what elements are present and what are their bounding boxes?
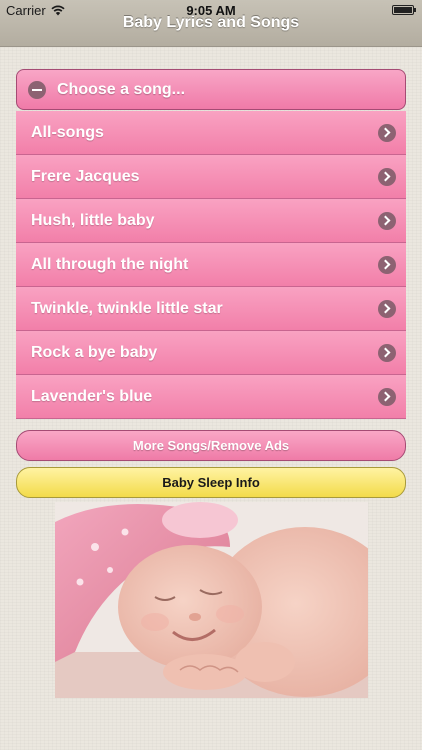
song-label: Frere Jacques: [31, 167, 140, 185]
song-row-twinkle-twinkle[interactable]: Twinkle, twinkle little star: [16, 287, 406, 331]
top-bar: Carrier 9:05 AM Baby Lyrics and Songs: [0, 0, 422, 47]
song-row-frere-jacques[interactable]: Frere Jacques: [16, 155, 406, 199]
song-row-lavenders-blue[interactable]: Lavender's blue: [16, 375, 406, 419]
chevron-right-icon: [378, 299, 396, 318]
song-row-rock-a-bye-baby[interactable]: Rock a bye baby: [16, 331, 406, 375]
baby-sleep-info-button[interactable]: Baby Sleep Info: [16, 467, 406, 498]
chevron-right-icon: [378, 123, 396, 142]
song-label: Twinkle, twinkle little star: [31, 299, 223, 317]
song-label: Rock a bye baby: [31, 343, 158, 361]
minus-circle-icon: [28, 80, 46, 99]
song-row-all-songs[interactable]: All-songs: [16, 111, 406, 155]
song-label: All through the night: [31, 255, 189, 273]
baby-illustration: [55, 502, 368, 698]
song-row-all-through-the-night[interactable]: All through the night: [16, 243, 406, 287]
nav-title: Baby Lyrics and Songs: [122, 14, 300, 31]
chevron-right-icon: [378, 255, 396, 274]
more-songs-remove-ads-button[interactable]: More Songs/Remove Ads: [16, 430, 406, 461]
chevron-right-icon: [378, 167, 396, 186]
song-label: All-songs: [31, 123, 104, 141]
chevron-right-icon: [378, 211, 396, 230]
chevron-right-icon: [378, 387, 396, 406]
chevron-right-icon: [378, 343, 396, 362]
song-row-hush-little-baby[interactable]: Hush, little baby: [16, 199, 406, 243]
sleeping-baby-photo: [55, 502, 368, 698]
song-list: All-songs Frere Jacques Hush, little bab…: [16, 111, 406, 419]
song-label: Hush, little baby: [31, 211, 155, 229]
choose-song-label: Choose a song...: [57, 80, 186, 98]
choose-song-header[interactable]: Choose a song...: [16, 69, 406, 110]
song-label: Lavender's blue: [31, 387, 153, 405]
